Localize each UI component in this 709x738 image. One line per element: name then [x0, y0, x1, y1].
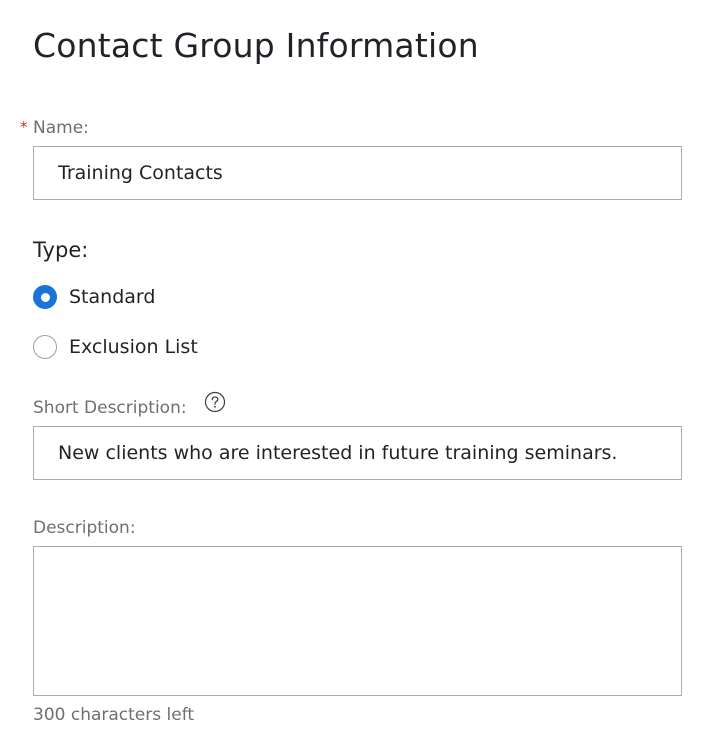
question-circle-icon[interactable]: [204, 391, 226, 413]
radio-label-standard: Standard: [69, 286, 156, 308]
short-description-label: Short Description:: [33, 398, 187, 418]
radio-button-standard[interactable]: [33, 285, 57, 309]
radio-label-exclusion-list: Exclusion List: [69, 336, 198, 358]
name-input[interactable]: [34, 147, 681, 199]
short-description-input[interactable]: [34, 427, 681, 479]
radio-option-exclusion-list[interactable]: Exclusion List: [33, 334, 198, 360]
radio-option-standard[interactable]: Standard: [33, 284, 155, 310]
short-description-field-box: [33, 426, 682, 480]
description-label: Description:: [33, 518, 136, 538]
description-field-box: [33, 546, 682, 696]
contact-group-form: Contact Group Information * Name: Type: …: [0, 0, 709, 738]
character-count: 300 characters left: [33, 705, 195, 725]
type-heading: Type:: [33, 238, 89, 262]
page-title: Contact Group Information: [33, 26, 479, 65]
radio-button-exclusion-list[interactable]: [33, 335, 57, 359]
required-marker: *: [20, 118, 28, 136]
name-field-box: [33, 146, 682, 200]
description-textarea[interactable]: [34, 547, 681, 695]
name-label: Name:: [33, 118, 89, 138]
